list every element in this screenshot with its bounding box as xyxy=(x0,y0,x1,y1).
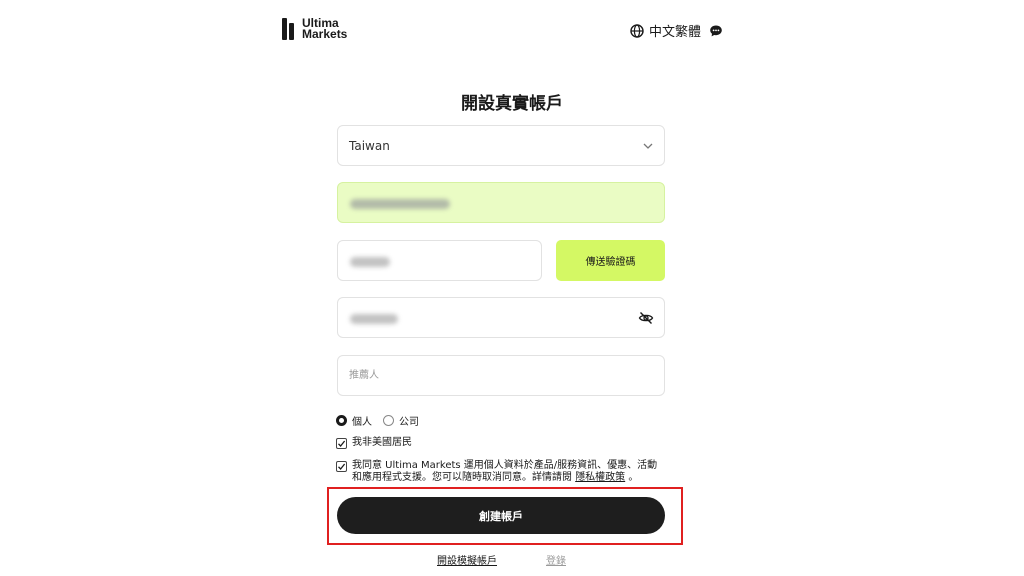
redacted-email-value xyxy=(350,199,450,209)
privacy-policy-link[interactable]: 隱私權政策 xyxy=(575,472,625,483)
not-us-resident-checkbox[interactable]: 我非美國居民 xyxy=(336,437,412,449)
brand-logo[interactable]: Ultima Markets xyxy=(282,16,348,41)
logo-text: Ultima Markets xyxy=(302,16,348,41)
redacted-code-value xyxy=(350,257,390,267)
referrer-input[interactable] xyxy=(338,356,664,395)
eye-off-icon[interactable] xyxy=(638,310,654,326)
email-field[interactable] xyxy=(337,182,665,223)
referrer-field[interactable] xyxy=(337,355,665,396)
page-title: 開設真實帳戶 xyxy=(461,94,563,114)
send-code-button[interactable]: 傳送驗證碼 xyxy=(556,240,665,281)
radio-company[interactable]: 公司 xyxy=(383,413,419,428)
globe-icon xyxy=(630,23,644,38)
checkbox-checked-icon[interactable] xyxy=(336,461,347,472)
not-us-resident-label: 我非美國居民 xyxy=(352,437,412,448)
radio-dot-icon xyxy=(383,415,394,426)
country-value: Taiwan xyxy=(349,139,390,153)
language-label: 中文繁體 xyxy=(649,25,702,40)
create-account-button[interactable]: 創建帳戶 xyxy=(337,497,665,534)
chevron-down-icon xyxy=(643,143,653,149)
checkbox-checked-icon[interactable] xyxy=(336,438,347,449)
verification-code-field[interactable] xyxy=(337,240,542,281)
chat-icon[interactable] xyxy=(709,24,723,38)
consent-checkbox[interactable]: 我同意 Ultima Markets 運用個人資料於產品/服務資訊、優惠、活動和… xyxy=(336,460,666,484)
radio-dot-icon xyxy=(336,415,347,426)
logo-mark-icon xyxy=(282,18,298,40)
password-field[interactable] xyxy=(337,297,665,338)
consent-text: 我同意 Ultima Markets 運用個人資料於產品/服務資訊、優惠、活動和… xyxy=(352,460,658,483)
header: Ultima Markets 中文繁體 xyxy=(0,0,1024,60)
language-selector[interactable]: 中文繁體 xyxy=(630,21,723,40)
country-select[interactable]: Taiwan xyxy=(337,125,665,166)
radio-individual[interactable]: 個人 xyxy=(336,413,372,428)
login-link[interactable]: 登錄 xyxy=(546,552,566,567)
account-type-group: 個人 公司 xyxy=(336,413,430,428)
redacted-password-value xyxy=(350,314,398,324)
open-demo-account-link[interactable]: 開設模擬帳戶 xyxy=(437,552,497,567)
